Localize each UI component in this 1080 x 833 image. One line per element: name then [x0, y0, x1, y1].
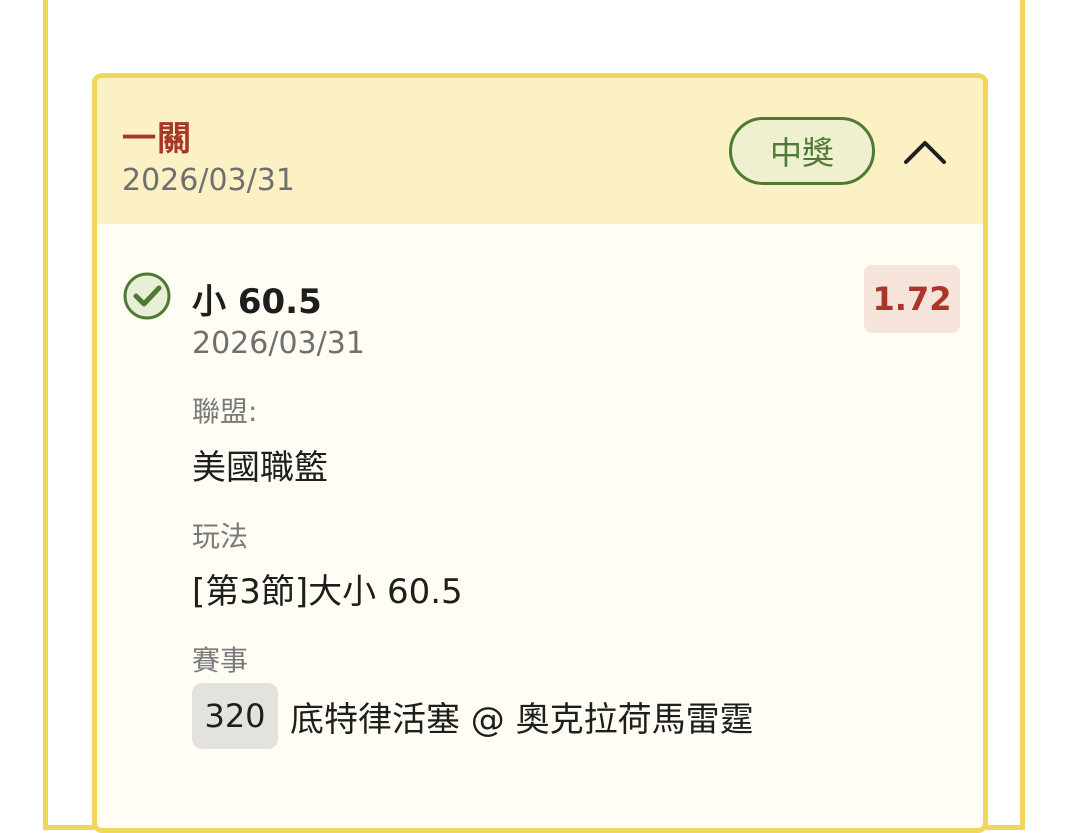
selection-date: 2026/03/31 — [192, 326, 365, 361]
selection-name: 小 60.5 — [192, 282, 322, 322]
league-label: 聯盟: — [192, 395, 258, 428]
market-label: 玩法 — [192, 520, 249, 553]
bet-card-header[interactable]: 一關 2026/03/31 中獎 — [97, 78, 983, 224]
status-badge: 中獎 — [729, 117, 875, 185]
event-name: 底特律活塞 @ 奧克拉荷馬雷霆 — [290, 699, 754, 740]
event-row: 320 底特律活塞 @ 奧克拉荷馬雷霆 — [192, 683, 754, 749]
league-value: 美國職籃 — [192, 448, 328, 488]
market-value: [第3節]大小 60.5 — [192, 572, 463, 612]
collapse-button[interactable] — [897, 123, 953, 179]
bet-date: 2026/03/31 — [122, 163, 295, 198]
event-label: 賽事 — [192, 644, 249, 677]
bet-card: 一關 2026/03/31 中獎 小 60.5 1.72 2026/03/31 … — [92, 73, 988, 833]
event-number-badge: 320 — [192, 683, 278, 749]
bet-type-title: 一關 — [122, 119, 192, 159]
check-circle-icon — [123, 272, 171, 320]
odds-badge: 1.72 — [864, 265, 960, 333]
chevron-up-icon — [904, 141, 946, 164]
